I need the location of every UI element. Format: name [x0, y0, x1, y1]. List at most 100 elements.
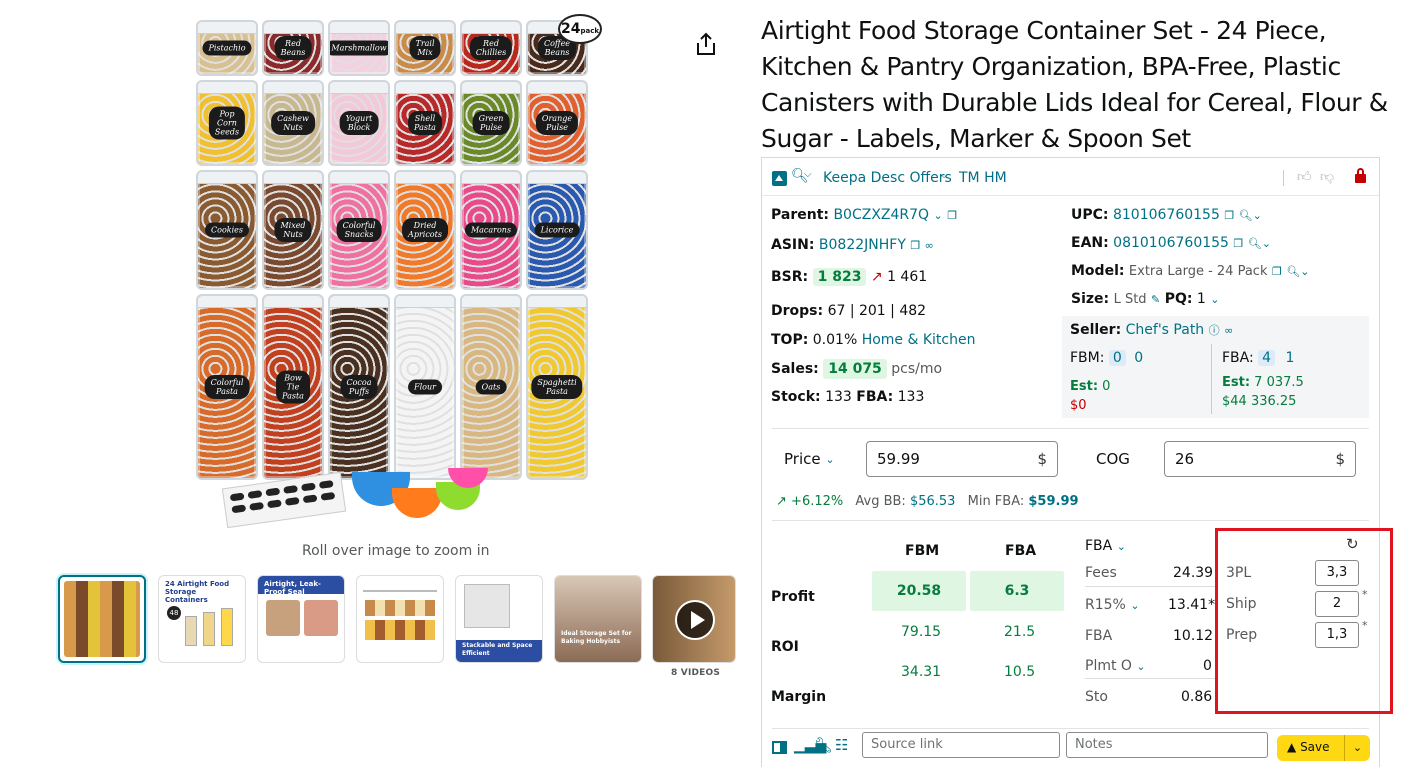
size-row: Size: L Std ✎ PQ: 1 ⌄ [1071, 291, 1220, 307]
stock-label: Stock: [771, 389, 821, 405]
highlight-box [1215, 528, 1393, 714]
upc-label: UPC: [1071, 207, 1109, 223]
save-label: ▲ Save [1287, 740, 1330, 754]
bsr-value: 1 823 [812, 268, 867, 286]
storage-jar: Oats [460, 294, 522, 480]
asin-link[interactable]: B0822JNHFY [819, 237, 906, 253]
size-value: L Std [1113, 292, 1147, 307]
jar-label: Marshmallow [330, 40, 388, 56]
copy-icon[interactable]: ❐ [947, 209, 957, 222]
jar-label: Pistachio [202, 40, 252, 56]
price-mode-dropdown[interactable]: Price ⌄ [784, 450, 835, 468]
price-label: Price [784, 450, 821, 468]
product-main-image[interactable]: Pistachio Red Beans Marshmallow Trail Mix Re… [196, 12, 604, 530]
wrench-icon[interactable]: 🔧︎ [814, 736, 833, 754]
copy-icon[interactable]: ❐ [910, 239, 920, 252]
fba-offer-count-2[interactable]: 1 [1286, 350, 1295, 366]
link-icon[interactable]: ∞ [1224, 324, 1233, 337]
fbm-offer-count[interactable]: 0 [1108, 350, 1126, 366]
jar-label: Macarons [464, 222, 518, 238]
collapse-icon[interactable] [772, 171, 787, 186]
thumbnail-video[interactable] [652, 575, 736, 663]
avg-bb-label: Avg BB: [855, 494, 906, 509]
cog-currency: $ [1335, 450, 1345, 468]
parent-asin-link[interactable]: B0CZXZ4R7Q [833, 207, 929, 223]
chevron-down-icon[interactable]: ⌄ [934, 209, 943, 222]
avg-bb-value[interactable]: $56.53 [910, 494, 956, 509]
upc-link[interactable]: 810106760155 [1113, 207, 1220, 223]
jar-label: Shell Pasta [408, 111, 442, 135]
jar-label: Pop Corn Seeds [208, 106, 246, 140]
chevron-down-icon[interactable]: ⌄ [1210, 293, 1219, 306]
min-fba-value[interactable]: $59.99 [1028, 494, 1078, 509]
thumbs-down-icon[interactable]: 👎︎ [1320, 168, 1334, 185]
jar-label: Cocoa Puffs [340, 375, 378, 399]
storage-jar: Colorful Snacks [328, 170, 390, 290]
notes-input[interactable]: Notes [1066, 732, 1268, 758]
chevron-down-icon: ⌄ [1130, 598, 1140, 612]
seller-label: Seller: [1070, 322, 1122, 338]
edit-icon[interactable]: ✎ [1151, 293, 1160, 306]
top-label: TOP: [771, 332, 809, 348]
fbm-offers-label: FBM: [1070, 350, 1105, 366]
source-link-input[interactable]: Source link [862, 732, 1060, 758]
trend-up-icon: ↗ [776, 494, 787, 509]
thumbs-up-icon[interactable]: 👍︎ [1297, 168, 1312, 185]
pq-label: PQ: [1164, 291, 1193, 307]
thumbnail-6[interactable]: Ideal Storage Set for Baking Hobbyists [554, 575, 642, 663]
thumbnail-2[interactable]: 24 Airtight Food Storage Containers 48 [158, 575, 246, 663]
info-icon[interactable]: ⓘ [1209, 322, 1220, 338]
jar-label: Dried Apricots [402, 218, 448, 242]
save-button[interactable]: ▲ Save ⌄ [1277, 735, 1370, 761]
seller-box: Seller: Chef's Path ⓘ ∞ FBM: 0 0 Est: 0 … [1062, 316, 1369, 418]
asin-label: ASIN: [771, 237, 815, 253]
thumbnail-3[interactable]: Airtight, Leak-Proof Seal [257, 575, 345, 663]
drive-icon: ▲ [1287, 740, 1297, 754]
panel-header: 🔍︎ ⌵ Keepa Desc Offers ⌵ TM HM 👍︎ 👎︎ [762, 158, 1379, 196]
search-icon[interactable]: 🔍︎⌄ [1286, 265, 1309, 278]
list-icon[interactable]: ☷ [835, 736, 848, 754]
chevron-down-icon[interactable]: ⌵ [940, 168, 948, 182]
trademark-link[interactable]: TM HM [959, 170, 1007, 186]
copy-icon[interactable]: ❐ [1272, 265, 1282, 278]
fba-offer-count[interactable]: 4 [1258, 350, 1276, 366]
category-link[interactable]: Home & Kitchen [862, 332, 976, 348]
thumbnail-5[interactable]: Stackable and Space Efficient [455, 575, 543, 663]
seller-link[interactable]: Chef's Path [1126, 322, 1205, 338]
cog-input[interactable]: 26 $ [1164, 441, 1356, 477]
search-icon[interactable]: 🔍︎⌄ [1239, 209, 1262, 222]
copy-icon[interactable]: ❐ [1224, 209, 1234, 222]
jar-label: Orange Pulse [535, 111, 579, 135]
videos-count[interactable]: 8 VIDEOS [671, 668, 720, 678]
thumbnail-4[interactable] [356, 575, 444, 663]
jar-label: Colorful Snacks [336, 218, 382, 242]
chevron-down-icon[interactable]: ⌵ [804, 169, 812, 180]
jar-label: Colorful Pasta [204, 375, 250, 399]
fbm-offer-count-2[interactable]: 0 [1134, 350, 1143, 366]
fee-mode-dropdown[interactable]: FBA ⌄ [1085, 538, 1126, 554]
link-icon[interactable]: ∞ [925, 239, 934, 252]
ean-link[interactable]: 0810106760155 [1113, 235, 1229, 251]
sidebar-icon[interactable] [772, 741, 787, 754]
copy-icon[interactable]: ❐ [1233, 237, 1243, 250]
lock-icon[interactable] [1355, 168, 1366, 183]
ean-label: EAN: [1071, 235, 1109, 251]
chevron-down-icon[interactable]: ⌄ [1344, 735, 1370, 761]
chevron-down-icon: ⌄ [1136, 659, 1146, 673]
search-icon[interactable]: 🔍︎⌄ [1248, 237, 1271, 250]
placement-dropdown[interactable]: Plmt O ⌄ [1085, 658, 1146, 674]
top-row: TOP: 0.01% Home & Kitchen [771, 332, 975, 348]
jar-label: Yogurt Block [339, 111, 379, 135]
referral-dropdown[interactable]: R15% ⌄ [1085, 597, 1140, 613]
thumbnail-1[interactable] [58, 575, 146, 663]
keepa-offers-link[interactable]: Keepa Desc Offers [823, 170, 952, 186]
stock-value: 133 [825, 389, 852, 405]
storage-jar: Spaghetti Pasta [526, 294, 588, 480]
product-title: Airtight Food Storage Container Set - 24… [761, 16, 1388, 153]
bsr-row: BSR: 1 823 ↗ 1 461 [771, 268, 927, 286]
jar-label: Cashew Nuts [271, 111, 315, 135]
zoom-hint: Roll over image to zoom in [302, 543, 490, 559]
share-icon[interactable] [694, 31, 718, 57]
size-label: Size: [1071, 291, 1110, 307]
price-input[interactable]: 59.99 $ [866, 441, 1058, 477]
